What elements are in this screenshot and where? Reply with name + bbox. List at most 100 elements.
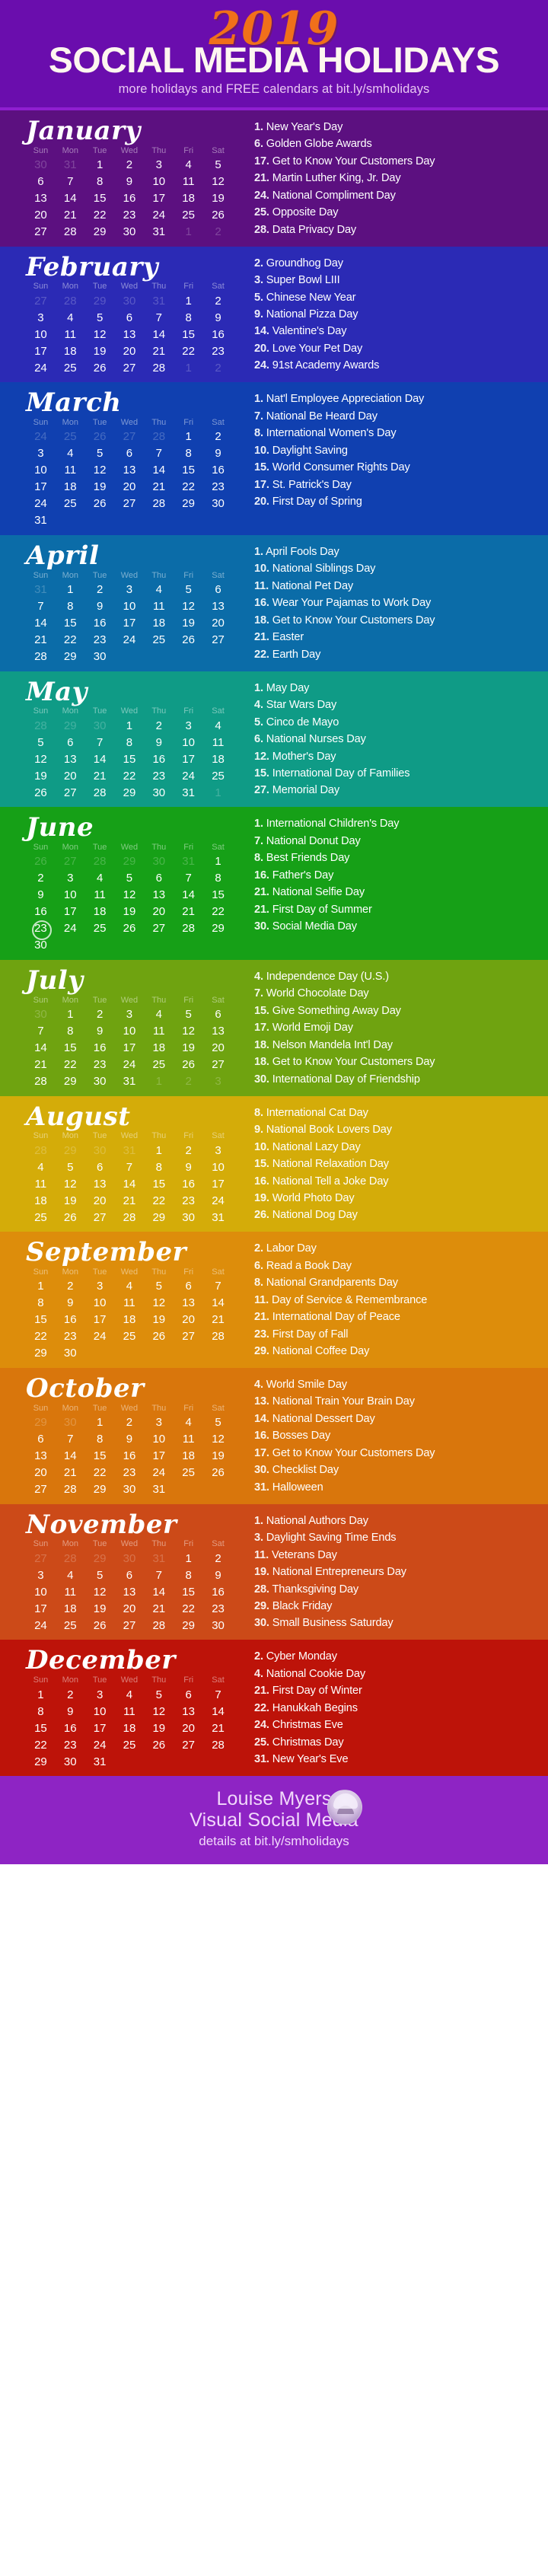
calendar-day-cell[interactable]: 27 bbox=[203, 632, 233, 649]
calendar-day-cell[interactable]: 9 bbox=[174, 1159, 203, 1175]
calendar-day-cell[interactable]: 22 bbox=[144, 1192, 174, 1209]
calendar-day-cell[interactable]: 8 bbox=[174, 445, 203, 462]
calendar-day-cell[interactable]: 26 bbox=[174, 632, 203, 649]
calendar-day-cell[interactable]: 13 bbox=[174, 1295, 203, 1312]
calendar-day-cell[interactable]: 8 bbox=[174, 1567, 203, 1583]
calendar-day-cell[interactable]: 16 bbox=[174, 1175, 203, 1192]
calendar-day-cell[interactable]: 18 bbox=[144, 615, 174, 632]
calendar-day-cell[interactable]: 3 bbox=[85, 1278, 115, 1295]
calendar-day-cell[interactable]: 1 bbox=[174, 1550, 203, 1567]
calendar-day-cell[interactable]: 10 bbox=[85, 1295, 115, 1312]
calendar-day-cell[interactable]: 29 bbox=[56, 717, 85, 734]
footer-link[interactable]: details at bit.ly/smholidays bbox=[0, 1834, 548, 1849]
calendar-day-cell[interactable]: 4 bbox=[56, 1567, 85, 1583]
calendar-day-cell[interactable]: 4 bbox=[144, 1006, 174, 1023]
calendar-day-cell[interactable]: 5 bbox=[203, 1414, 233, 1431]
calendar-day-cell[interactable]: 24 bbox=[26, 359, 56, 376]
calendar-day-cell[interactable]: 26 bbox=[144, 1328, 174, 1345]
calendar-day-cell[interactable]: 6 bbox=[203, 1006, 233, 1023]
calendar-day-cell[interactable]: 26 bbox=[174, 1057, 203, 1073]
calendar-day-cell[interactable]: 12 bbox=[174, 598, 203, 615]
calendar-day-cell[interactable]: 30 bbox=[115, 292, 145, 309]
calendar-day-cell[interactable]: 22 bbox=[115, 767, 145, 784]
calendar-day-cell[interactable]: 15 bbox=[26, 1720, 56, 1736]
calendar-day-cell[interactable]: 16 bbox=[203, 326, 233, 343]
calendar-day-cell[interactable]: 4 bbox=[174, 1414, 203, 1431]
calendar-day-cell[interactable]: 10 bbox=[174, 734, 203, 751]
calendar-day-cell[interactable]: 12 bbox=[174, 1023, 203, 1040]
calendar-day-cell[interactable]: 1 bbox=[26, 1686, 56, 1703]
calendar-day-cell[interactable]: 26 bbox=[203, 207, 233, 224]
calendar-day-cell[interactable]: 30 bbox=[115, 1481, 145, 1498]
calendar-day-cell[interactable]: 18 bbox=[203, 751, 233, 767]
calendar-day-cell[interactable]: 20 bbox=[85, 1192, 115, 1209]
calendar-day-cell[interactable]: 24 bbox=[144, 207, 174, 224]
calendar-day-cell[interactable]: 6 bbox=[174, 1686, 203, 1703]
calendar-day-cell[interactable]: 3 bbox=[26, 1567, 56, 1583]
calendar-day-cell[interactable]: 8 bbox=[56, 1023, 85, 1040]
calendar-day-cell[interactable]: 28 bbox=[115, 1209, 145, 1226]
calendar-day-cell[interactable]: 14 bbox=[144, 1583, 174, 1600]
calendar-day-cell[interactable]: 31 bbox=[115, 1142, 145, 1159]
calendar-day-cell[interactable]: 29 bbox=[85, 224, 115, 241]
calendar-day-cell[interactable]: 17 bbox=[115, 1040, 145, 1057]
calendar-day-cell[interactable]: 13 bbox=[144, 887, 174, 904]
calendar-day-cell[interactable]: 1 bbox=[115, 717, 145, 734]
calendar-day-cell[interactable]: 22 bbox=[174, 343, 203, 359]
calendar-day-cell[interactable]: 9 bbox=[144, 734, 174, 751]
calendar-day-cell[interactable]: 12 bbox=[56, 1175, 85, 1192]
calendar-day-cell[interactable]: 21 bbox=[85, 767, 115, 784]
calendar-day-cell[interactable]: 6 bbox=[115, 309, 145, 326]
calendar-day-cell[interactable]: 13 bbox=[85, 1175, 115, 1192]
calendar-day-cell[interactable]: 2 bbox=[203, 292, 233, 309]
calendar-day-cell[interactable]: 9 bbox=[203, 1567, 233, 1583]
calendar-day-cell[interactable]: 2 bbox=[56, 1278, 85, 1295]
calendar-day-cell[interactable]: 31 bbox=[144, 1481, 174, 1498]
calendar-day-cell[interactable]: 19 bbox=[203, 190, 233, 207]
calendar-day-cell[interactable]: 18 bbox=[174, 190, 203, 207]
calendar-day-cell[interactable]: 29 bbox=[144, 1209, 174, 1226]
calendar-day-cell[interactable]: 21 bbox=[174, 904, 203, 920]
calendar-day-cell[interactable]: 20 bbox=[203, 615, 233, 632]
calendar-day-cell[interactable]: 1 bbox=[26, 1278, 56, 1295]
calendar-day-cell[interactable]: 1 bbox=[174, 359, 203, 376]
calendar-day-cell[interactable]: 28 bbox=[144, 496, 174, 512]
calendar-day-cell[interactable]: 30 bbox=[56, 1414, 85, 1431]
calendar-day-cell[interactable]: 6 bbox=[26, 174, 56, 190]
calendar-day-cell[interactable]: 17 bbox=[203, 1175, 233, 1192]
calendar-day-cell[interactable]: 20 bbox=[115, 479, 145, 496]
calendar-day-cell[interactable]: 1 bbox=[144, 1142, 174, 1159]
calendar-day-cell[interactable]: 13 bbox=[203, 598, 233, 615]
calendar-day-cell[interactable]: 28 bbox=[56, 1550, 85, 1567]
calendar-day-cell[interactable]: 29 bbox=[85, 1481, 115, 1498]
calendar-day-cell[interactable]: 7 bbox=[56, 1431, 85, 1448]
calendar-day-cell[interactable]: 21 bbox=[26, 632, 56, 649]
calendar-day-cell[interactable]: 20 bbox=[115, 343, 145, 359]
calendar-day-cell[interactable]: 19 bbox=[85, 1600, 115, 1617]
calendar-day-cell[interactable]: 22 bbox=[174, 479, 203, 496]
calendar-day-cell[interactable]: 12 bbox=[26, 751, 56, 767]
calendar-day-cell[interactable]: 27 bbox=[144, 920, 174, 937]
calendar-day-cell[interactable]: 8 bbox=[85, 1431, 115, 1448]
calendar-day-cell[interactable]: 21 bbox=[56, 1465, 85, 1481]
calendar-day-cell[interactable]: 14 bbox=[26, 1040, 56, 1057]
calendar-day-cell[interactable]: 29 bbox=[26, 1753, 56, 1770]
calendar-day-cell[interactable]: 28 bbox=[56, 224, 85, 241]
calendar-day-cell[interactable]: 1 bbox=[203, 784, 233, 801]
calendar-day-cell[interactable]: 26 bbox=[115, 920, 145, 937]
calendar-day-cell[interactable]: 10 bbox=[85, 1703, 115, 1720]
calendar-day-cell[interactable]: 19 bbox=[85, 343, 115, 359]
calendar-day-cell[interactable]: 6 bbox=[26, 1431, 56, 1448]
calendar-day-cell[interactable]: 11 bbox=[85, 887, 115, 904]
calendar-day-cell[interactable]: 4 bbox=[174, 157, 203, 174]
calendar-day-cell[interactable]: 12 bbox=[115, 887, 145, 904]
calendar-day-cell[interactable]: 4 bbox=[115, 1686, 145, 1703]
calendar-day-cell[interactable]: 30 bbox=[56, 1345, 85, 1362]
calendar-day-cell[interactable]: 8 bbox=[26, 1295, 56, 1312]
calendar-day-cell[interactable]: 23 bbox=[115, 1465, 145, 1481]
calendar-day-cell[interactable]: 23 bbox=[203, 479, 233, 496]
calendar-day-cell[interactable]: 28 bbox=[85, 853, 115, 870]
calendar-day-cell[interactable]: 24 bbox=[26, 496, 56, 512]
calendar-day-cell[interactable]: 27 bbox=[174, 1328, 203, 1345]
calendar-day-cell[interactable]: 26 bbox=[203, 1465, 233, 1481]
